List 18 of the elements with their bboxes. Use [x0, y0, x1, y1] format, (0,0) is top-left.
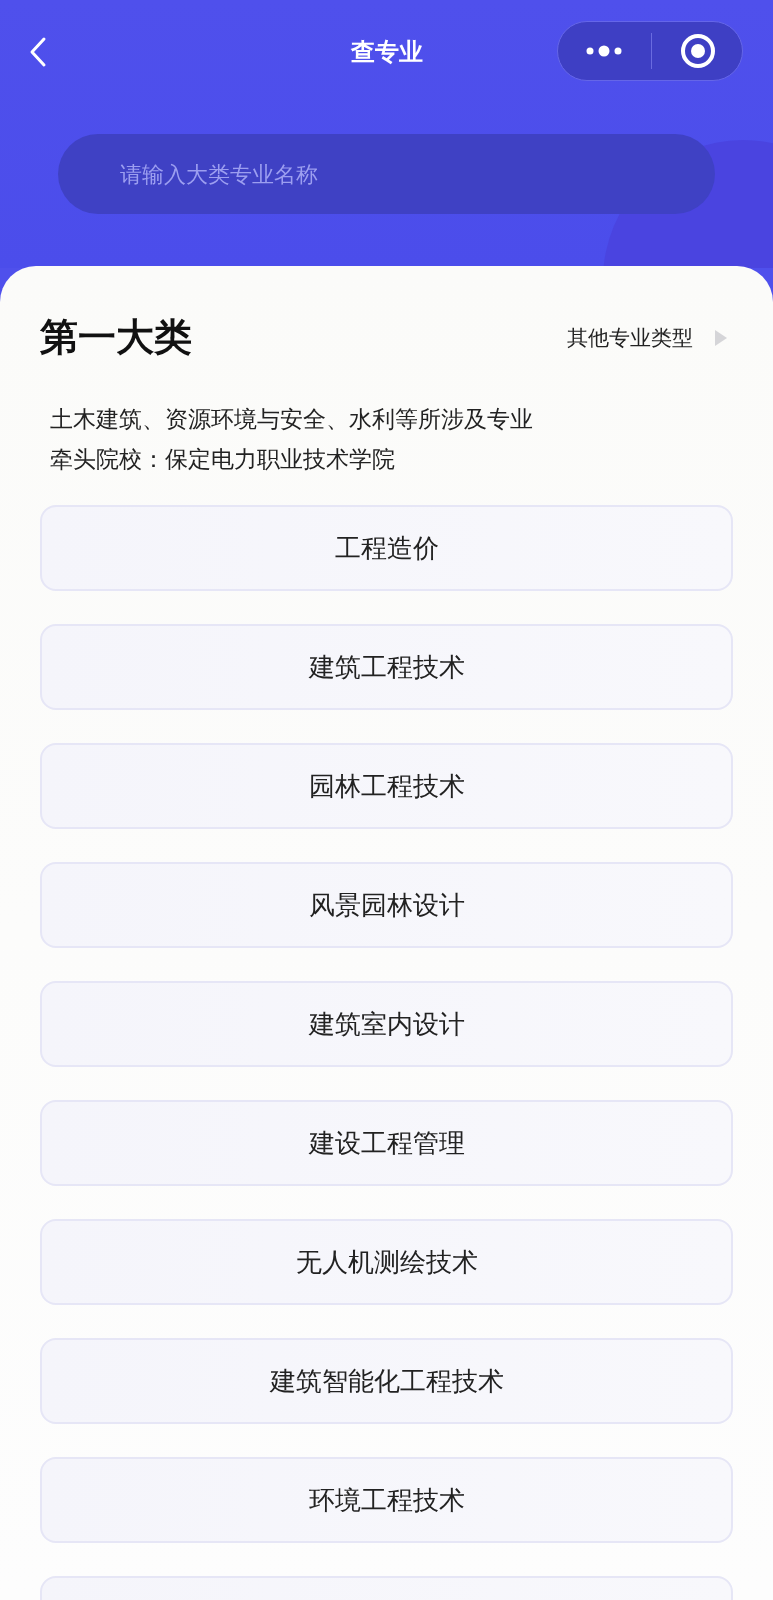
major-button[interactable]: 建设工程管理 — [40, 1100, 733, 1186]
major-button[interactable]: 风景园林设计 — [40, 862, 733, 948]
major-button[interactable]: 园林工程技术 — [40, 743, 733, 829]
major-button[interactable]: 建筑智能化工程技术 — [40, 1338, 733, 1424]
major-button[interactable]: 建筑室内设计 — [40, 981, 733, 1067]
major-button[interactable]: 环境工程技术 — [40, 1457, 733, 1543]
page-title: 查专业 — [350, 37, 423, 68]
major-button[interactable]: 无人机测绘技术 — [40, 1219, 733, 1305]
major-button[interactable]: 工程造价 — [40, 505, 733, 591]
caret-icon — [715, 329, 727, 346]
major-button[interactable]: 建筑工程技术 — [40, 624, 733, 710]
close-icon[interactable] — [680, 33, 717, 69]
lead-school: 牵头院校：保定电力职业技术学院 — [49, 445, 396, 474]
category-description: 土木建筑、资源环境与安全、水利等所涉及专业 — [49, 405, 534, 434]
search-field[interactable]: 请输入大类专业名称 — [58, 134, 715, 214]
category-title: 第一大类 — [40, 314, 192, 361]
other-types-link[interactable]: 其他专业类型 — [567, 323, 727, 352]
back-icon[interactable] — [28, 36, 48, 68]
